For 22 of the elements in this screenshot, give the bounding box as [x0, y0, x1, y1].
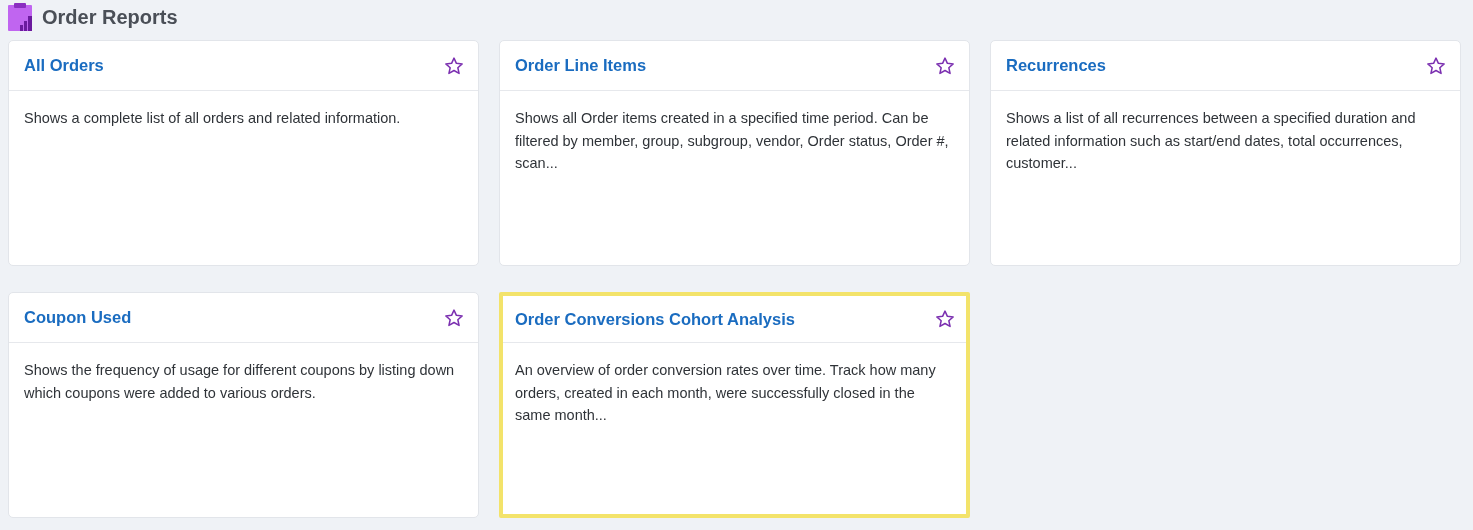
star-icon[interactable] [444, 307, 464, 328]
report-description: Shows a complete list of all orders and related information. [24, 109, 402, 128]
report-card[interactable]: Order Line Items Shows all Order items created in a specified time period. Can be filtered by member, group, subgroup, vendor, Order status, Order #, scan... [499, 40, 970, 266]
star-icon[interactable] [935, 55, 955, 76]
report-card[interactable]: Recurrences Shows a list of all recurrences between a specified duration and related information such as start/end dates, total occurrences, customer... [990, 40, 1461, 266]
star-icon[interactable] [935, 309, 955, 329]
report-title-link[interactable]: Coupon Used [24, 308, 132, 327]
report-description: Shows all Order items created in a specified time period. Can be filtered by member, group, subgroup, vendor, Order status, Order #, scan... [515, 109, 950, 173]
report-title-link[interactable]: Order Line Items [515, 56, 647, 75]
report-title-link[interactable]: All Orders [24, 56, 104, 75]
star-icon[interactable] [444, 55, 464, 76]
report-icon [8, 3, 32, 31]
report-card[interactable]: Coupon Used Shows the frequency of usage for different coupons by listing down which coupons were added to various orders. [8, 292, 479, 518]
report-card[interactable]: All Orders Shows a complete list of all orders and related information. [8, 40, 479, 266]
report-title-link[interactable]: Recurrences [1006, 56, 1106, 75]
report-description: Shows a list of all recurrences between a specified duration and related information such as start/end dates, total occurrences, customer... [1006, 109, 1417, 173]
star-icon[interactable] [1426, 55, 1446, 76]
report-title-link[interactable]: Order Conversions Cohort Analysis [515, 309, 795, 329]
report-description: Shows the frequency of usage for different coupons by listing down which coupons were added to various orders. [24, 361, 456, 403]
report-card[interactable]: Order Conversions Cohort Analysis An overview of order conversion rates over time. Track how many orders, created in each month, were successfully closed in the same month... [499, 292, 970, 518]
page-title: Order Reports [42, 5, 178, 29]
report-description: An overview of order conversion rates over time. Track how many orders, created in each month, were successfully closed in the same month... [515, 361, 937, 425]
